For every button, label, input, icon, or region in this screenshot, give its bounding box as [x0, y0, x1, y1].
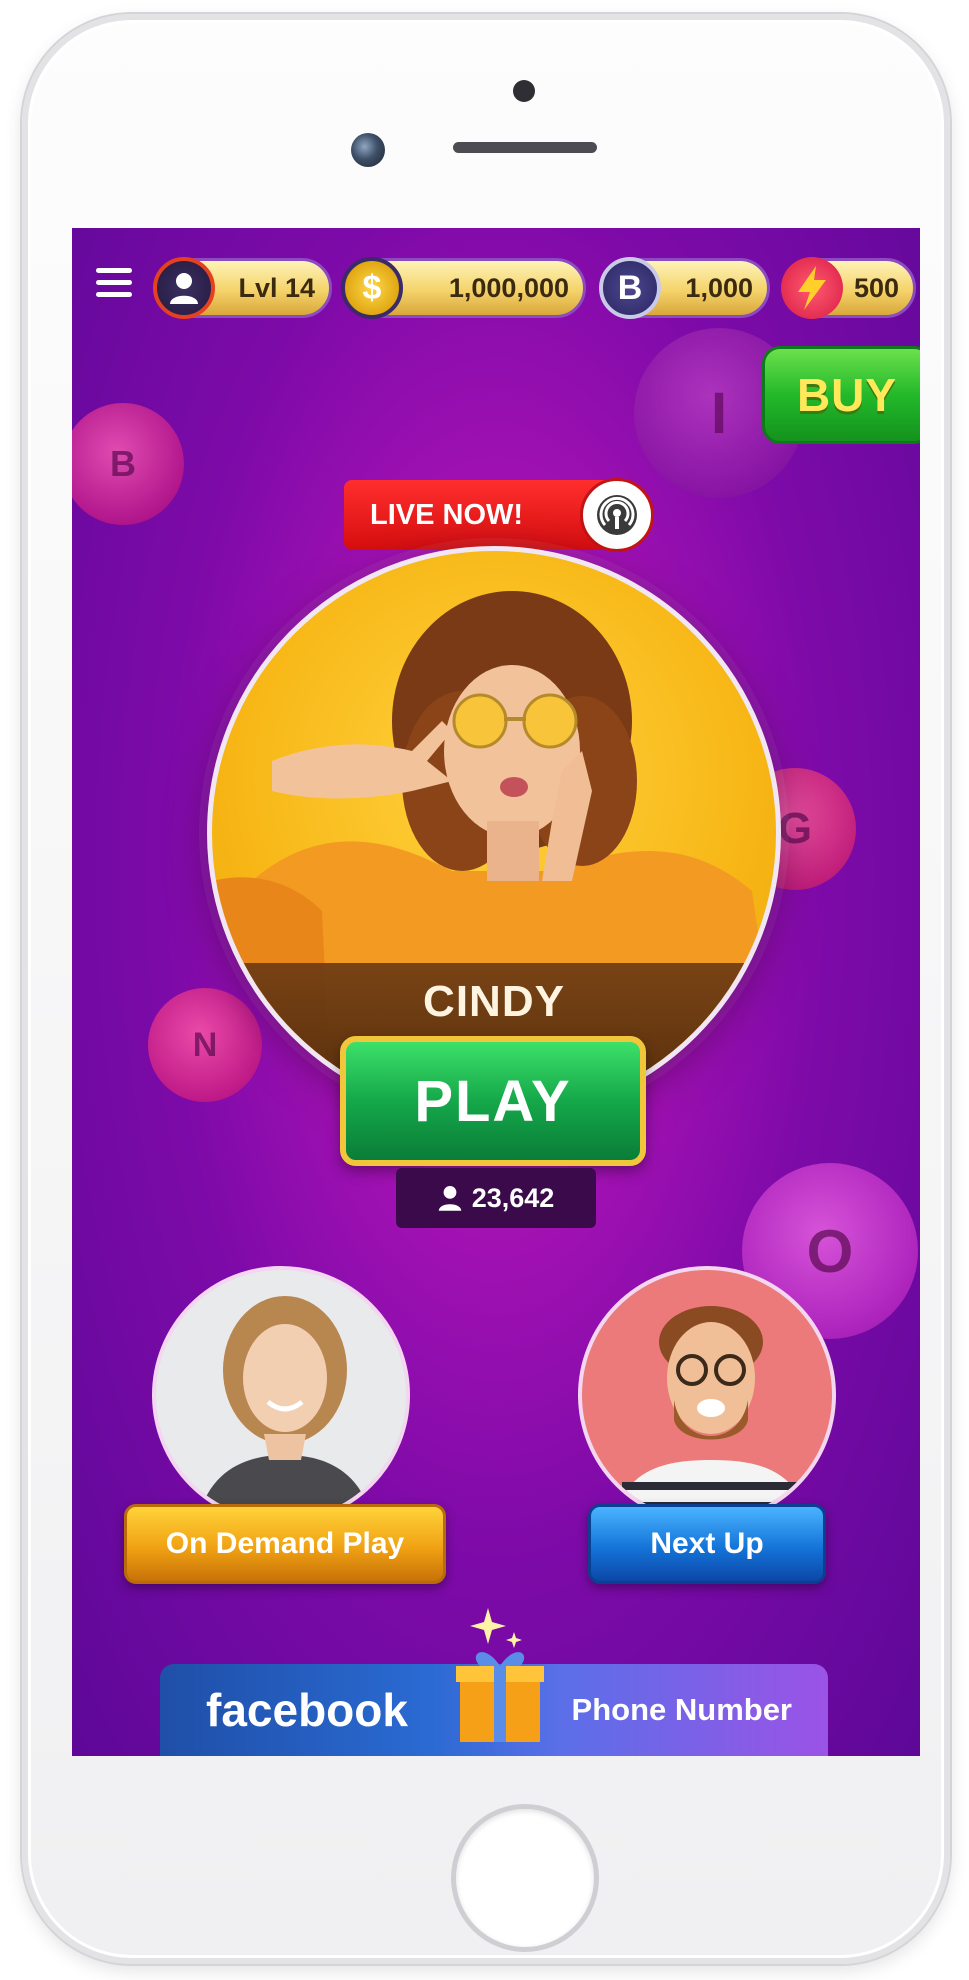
bingo-ball-letter: G — [777, 804, 813, 853]
user-icon — [438, 1186, 461, 1211]
host-portrait[interactable]: CINDY — [207, 546, 781, 1120]
on-demand-host-photo — [197, 1296, 373, 1520]
gift-icon[interactable] — [454, 1602, 546, 1742]
level-text: Lvl 14 — [238, 273, 315, 303]
level-pill[interactable]: Lvl 14 — [153, 257, 332, 319]
broadcast-icon[interactable] — [580, 478, 654, 552]
coins-pill[interactable]: $ 1,000,000 — [341, 257, 586, 319]
user-icon — [153, 257, 215, 319]
bingo-ball-letter: B — [110, 443, 136, 484]
on-demand-play-button[interactable]: On Demand Play — [124, 1504, 446, 1584]
bingo-ball-b: B — [72, 403, 184, 525]
facebook-login-button[interactable]: facebook — [206, 1664, 408, 1756]
on-demand-avatar[interactable] — [152, 1266, 410, 1524]
energy-pill[interactable]: 500 — [781, 257, 916, 319]
top-status-bar: Lvl 14 $ 1,000,000 B 1,000 500 — [72, 228, 920, 338]
next-up-avatar[interactable] — [578, 1266, 836, 1524]
bingo-ball-letter: I — [710, 380, 728, 446]
login-bonus-bar: facebook Phone Number — [160, 1608, 828, 1756]
energy-text: 500 — [853, 273, 899, 303]
bingo-points-text: 1,000 — [685, 273, 753, 303]
players-count: 23,642 — [396, 1168, 596, 1228]
earpiece-speaker — [453, 142, 597, 153]
coins-text: 1,000,000 — [448, 273, 569, 303]
live-now-label: LIVE NOW! — [344, 480, 614, 550]
app-screen: B I N G O Lvl 14 $ 1,000,000 B 1,000 500… — [72, 228, 920, 1756]
bingo-ball-letter: O — [806, 1217, 854, 1285]
phone-number-login-button[interactable]: Phone Number — [572, 1664, 792, 1756]
dollar-coin-icon: $ — [341, 257, 403, 319]
front-camera — [351, 133, 385, 167]
next-up-button[interactable]: Next Up — [588, 1504, 826, 1584]
next-up-host-photo — [613, 1306, 809, 1520]
bingo-points-pill[interactable]: B 1,000 — [599, 257, 770, 319]
live-now-badge: LIVE NOW! — [344, 478, 654, 552]
play-button[interactable]: PLAY — [340, 1036, 646, 1166]
sensor-dot — [513, 80, 535, 102]
menu-icon[interactable] — [96, 268, 132, 300]
players-count-text: 23,642 — [471, 1182, 555, 1213]
home-button[interactable] — [451, 1804, 599, 1952]
lightning-icon — [781, 257, 843, 319]
buy-button[interactable]: BUY — [762, 346, 920, 444]
b-token-icon: B — [599, 257, 661, 319]
